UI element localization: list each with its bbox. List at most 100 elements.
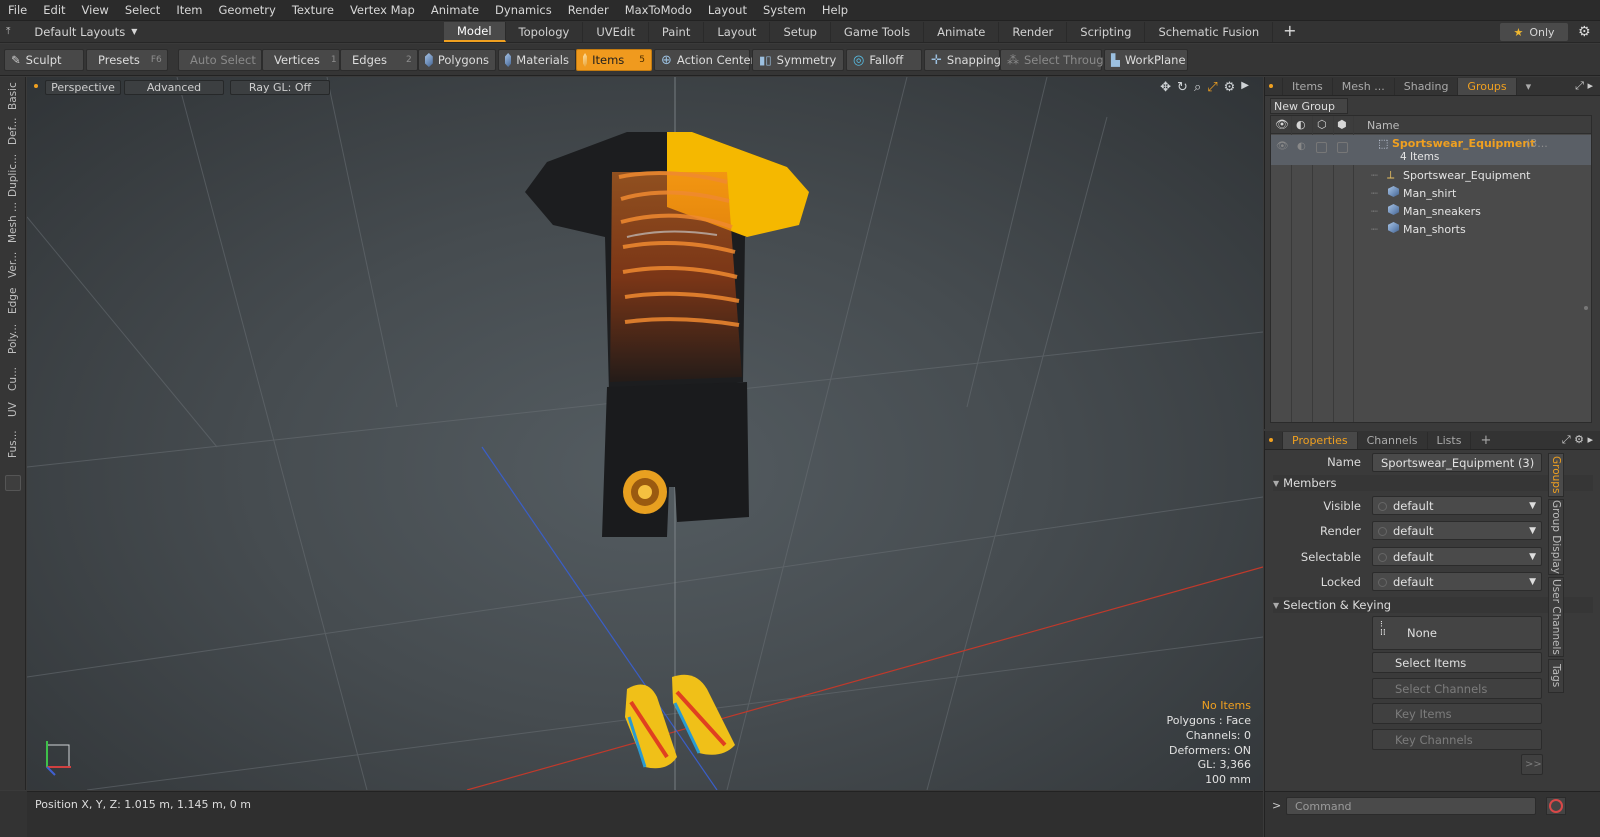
tab-items[interactable]: Items [1283,77,1333,95]
name-column-header[interactable]: Name [1367,119,1399,132]
render-toggle-icon[interactable]: ◐ [1297,141,1306,152]
new-group-button[interactable]: New Group [1270,98,1348,114]
auto-select-button[interactable]: Auto Select [178,49,262,71]
menu-render[interactable]: Render [560,3,617,17]
tab-schematic-fusion[interactable]: Schematic Fusion [1145,22,1274,42]
tab-paint[interactable]: Paint [649,22,705,42]
left-tab-polygon[interactable]: Poly... [4,319,22,359]
vertices-button[interactable]: Vertices 1 [262,49,340,71]
locked-dropdown[interactable]: default ▼ [1372,572,1542,591]
menu-item[interactable]: Item [168,3,210,17]
symmetry-button[interactable]: ▮▯ Symmetry [752,49,844,71]
viewport-options-dot[interactable] [34,84,38,88]
viewport-gear-icon[interactable]: ⚙ [1224,80,1236,95]
selection-keying-section[interactable]: ▼ Selection & Keying [1273,597,1593,613]
expand-right-icon[interactable]: ▶ [1241,80,1249,95]
menu-vertex-map[interactable]: Vertex Map [342,3,423,17]
select-items-button[interactable]: Select Items [1372,652,1542,673]
3d-viewport[interactable]: Perspective Advanced Ray GL: Off ✥ ↻ ⌕ ⤢… [27,77,1263,790]
menu-edit[interactable]: Edit [35,3,73,17]
panel-menu-dot[interactable] [1265,77,1283,95]
none-button[interactable]: ⁝ ⁞⁞ None [1372,616,1542,650]
select-channels-button[interactable]: Select Channels [1372,678,1542,699]
name-field[interactable]: Sportswear_Equipment (3) [1372,453,1542,472]
tab-channels[interactable]: Channels [1358,431,1428,449]
tabs-dropdown-icon[interactable]: ▾ [1517,78,1541,95]
layout-dropdown[interactable]: ⤒ Default Layouts ▼ [0,21,143,43]
menu-dynamics[interactable]: Dynamics [487,3,560,17]
tab-render[interactable]: Render [999,22,1068,42]
tab-setup[interactable]: Setup [770,22,831,42]
materials-button[interactable]: Materials [498,49,576,71]
left-tab-uv[interactable]: UV [4,399,22,421]
tab-model[interactable]: Model [444,22,506,42]
tab-scripting[interactable]: Scripting [1067,22,1146,42]
snapping-button[interactable]: ✛ Snapping [924,49,1001,71]
lock-icon[interactable]: ⬢ [1337,118,1347,131]
render-icon[interactable]: ◐ [1296,118,1306,131]
menu-layout[interactable]: Layout [700,3,755,17]
key-channels-button[interactable]: Key Channels [1372,729,1542,750]
shading-mode-button[interactable]: Advanced [124,80,224,95]
sculpt-button[interactable]: ✎ Sculpt [4,49,84,71]
maximize-panel-icon[interactable]: ⤢ ▸ [1575,79,1593,93]
menu-geometry[interactable]: Geometry [211,3,284,17]
menu-system[interactable]: System [755,3,814,17]
lock-toggle[interactable] [1337,142,1348,153]
tab-game-tools[interactable]: Game Tools [831,22,925,42]
tab-shading[interactable]: Shading [1395,77,1459,95]
panel-options-icon[interactable]: ⤢ ⚙ ▸ [1562,433,1593,447]
left-tab-vertex[interactable]: Ver... [4,247,22,283]
side-tab-tags[interactable]: Tags [1548,659,1564,693]
only-button[interactable]: ★ Only [1500,23,1568,41]
presets-button[interactable]: Presets F6 [86,49,168,71]
tab-mesh[interactable]: Mesh ... [1333,77,1395,95]
tab-topology[interactable]: Topology [506,22,584,42]
tab-lists[interactable]: Lists [1428,431,1472,449]
menu-file[interactable]: File [0,3,35,17]
rotate-icon[interactable]: ↻ [1177,80,1188,95]
select-through-button[interactable]: ⁂ Select Through [1000,49,1111,71]
tab-animate[interactable]: Animate [924,22,1000,42]
view-mode-button[interactable]: Perspective [45,80,121,95]
tab-groups[interactable]: Groups [1458,77,1517,95]
selectable-dropdown[interactable]: default ▼ [1372,547,1542,566]
left-tab-mesh[interactable]: Mesh ... [4,201,22,245]
eye-icon[interactable]: 👁 [1275,118,1289,131]
add-tab-icon[interactable]: + [1273,21,1306,43]
menu-texture[interactable]: Texture [284,3,342,17]
left-tab-duplicate[interactable]: Duplic... [4,151,22,199]
member-row-man-shorts[interactable]: ┈ Man_shorts [1271,220,1591,238]
workplane-button[interactable]: ▙ WorkPlane [1104,49,1188,71]
add-tab-icon[interactable]: + [1471,432,1500,449]
tab-uvedit[interactable]: UVEdit [583,22,649,42]
visibility-toggle-icon[interactable]: 👁 [1276,141,1289,152]
action-center-button[interactable]: ⊕ Action Center [654,49,755,71]
menu-select[interactable]: Select [117,3,168,17]
members-section[interactable]: ▼ Members [1273,475,1593,491]
left-tab-edge[interactable]: Edge [4,285,22,317]
items-button[interactable]: Items 5 [576,49,652,71]
menu-view[interactable]: View [74,3,117,17]
member-row-man-sneakers[interactable]: ┈ Man_sneakers [1271,202,1591,220]
more-button[interactable]: >> [1521,754,1543,775]
group-row-sportswear[interactable]: 👁 ◐ ⬚ Sportswear_Equipment (3... 4 Items [1271,135,1591,165]
polygons-button[interactable]: Polygons [418,49,496,71]
scroll-handle[interactable] [1584,306,1588,310]
left-tab-fusion[interactable]: Fus... [4,423,22,465]
left-tab-curve[interactable]: Cu... [4,361,22,397]
left-tab-basic[interactable]: Basic [4,81,22,111]
side-tab-group-display[interactable]: Group Display [1548,499,1564,575]
menu-maxtomodo[interactable]: MaxToModo [617,3,700,17]
select-toggle[interactable] [1316,142,1327,153]
side-tab-user-channels[interactable]: User Channels [1548,577,1564,657]
member-row-man-shirt[interactable]: ┈ Man_shirt [1271,184,1591,202]
tab-layout[interactable]: Layout [704,22,771,42]
falloff-button[interactable]: ◎ Falloff [846,49,922,71]
side-tab-groups[interactable]: Groups [1548,453,1564,497]
pan-icon[interactable]: ✥ [1160,80,1171,95]
menu-help[interactable]: Help [814,3,856,17]
select-icon[interactable]: ⬡ [1317,118,1327,131]
zoom-icon[interactable]: ⌕ [1194,80,1201,95]
visible-dropdown[interactable]: default ▼ [1372,496,1542,515]
